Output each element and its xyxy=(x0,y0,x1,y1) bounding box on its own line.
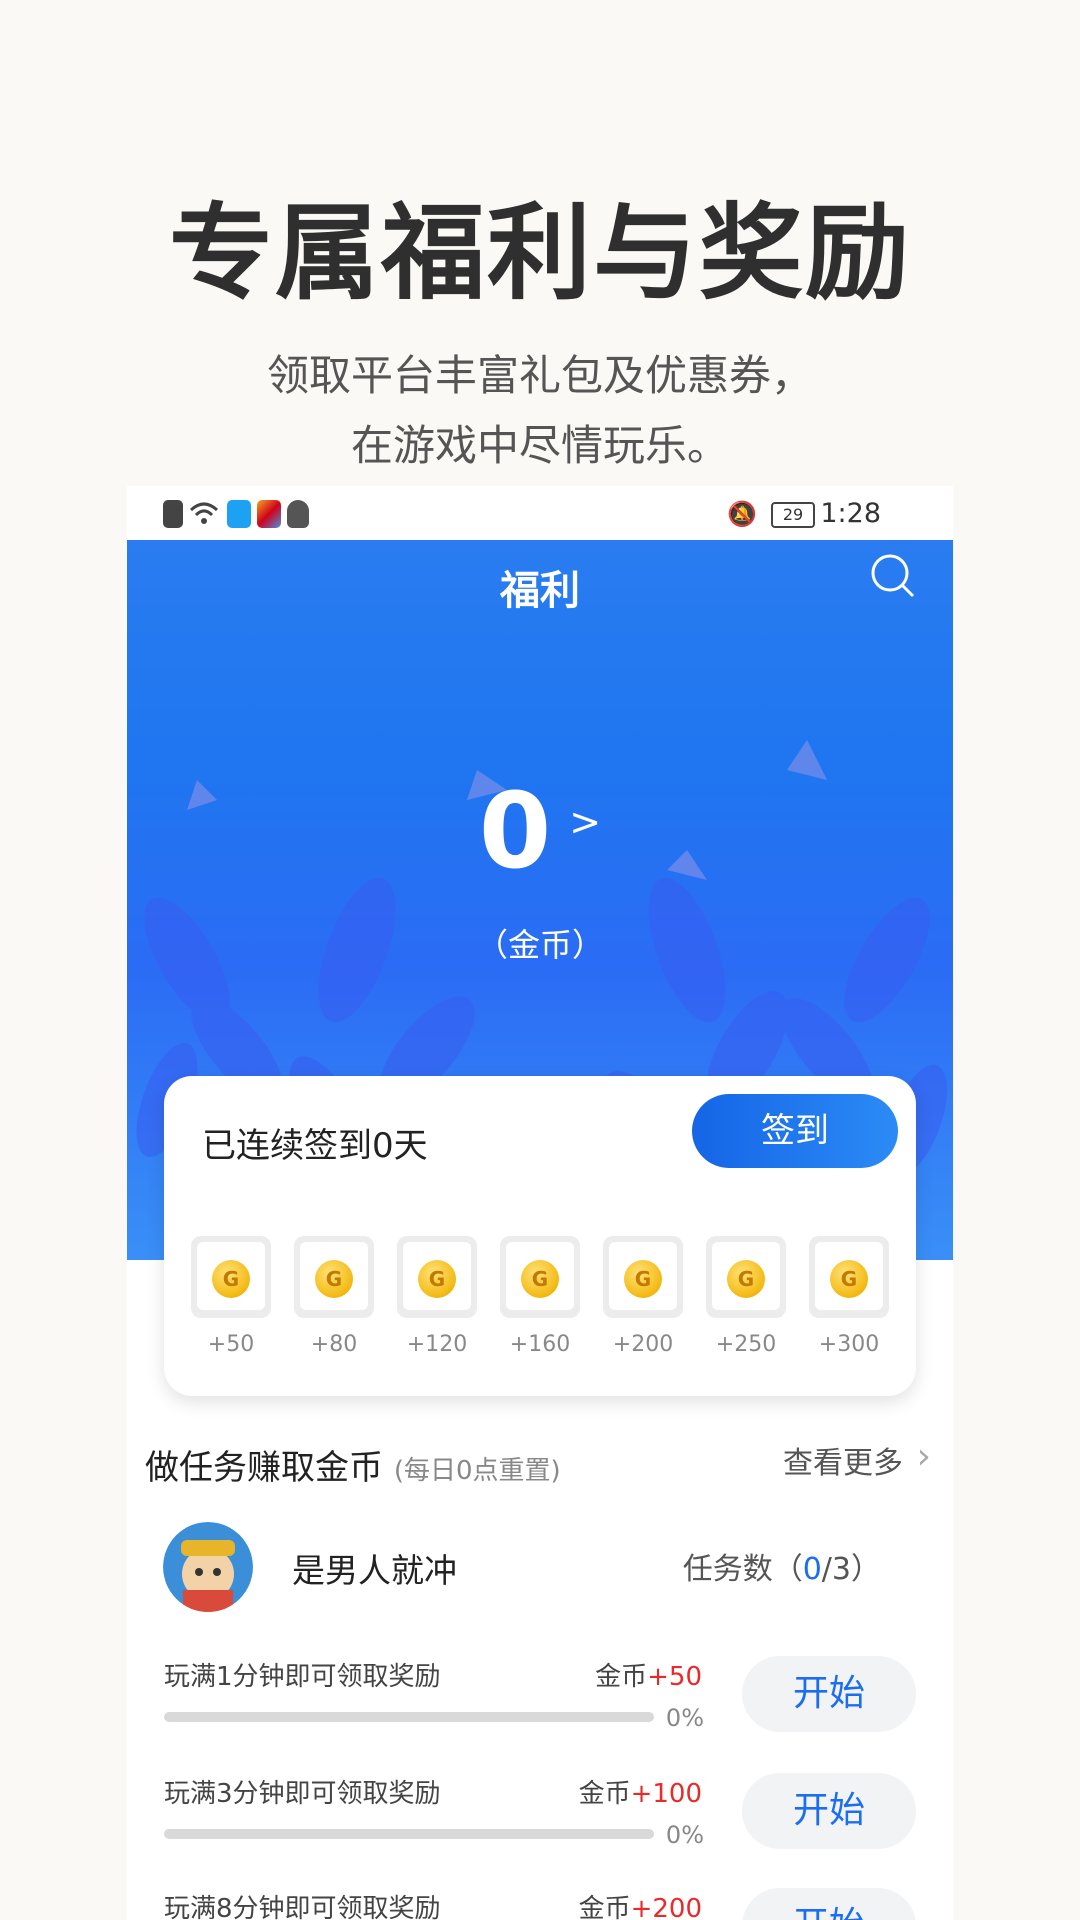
task-start-button[interactable]: 开始 xyxy=(742,1773,916,1849)
checkin-day: G +80 xyxy=(293,1236,375,1357)
task-description: 玩满3分钟即可领取奖励 xyxy=(164,1779,441,1809)
tasks-title: 做任务赚取金币 xyxy=(145,1448,383,1488)
app-icon xyxy=(257,500,281,528)
coin-icon: G xyxy=(212,1260,250,1298)
task-progress-bar xyxy=(164,1712,654,1722)
task-reward-value: +100 xyxy=(630,1779,702,1809)
task-item: 玩满3分钟即可领取奖励 金币+100 0% 开始 xyxy=(164,1773,916,1883)
checkin-days: G +50 G +80 G +120 G +160 G +200 G +250 G +300 xyxy=(190,1236,890,1357)
checkin-button[interactable]: 签到 xyxy=(692,1094,898,1168)
promo-headline: 专属福利与奖励 xyxy=(168,192,911,314)
calendar-coin-icon: G xyxy=(191,1236,271,1318)
task-item: 玩满8分钟即可领取奖励 金币+200 开始 xyxy=(164,1888,916,1920)
task-count: 任务数（0/3） xyxy=(683,1544,881,1588)
coin-value: 0 xyxy=(478,770,552,892)
day-reward: +80 xyxy=(310,1332,358,1357)
task-progress-text: 0% xyxy=(665,1821,704,1849)
phone-screen: 🔕 29 1:28 福利 0 > （金币） 已连续签到0天 签到 G +50 G… xyxy=(127,486,953,1920)
game-avatar[interactable] xyxy=(163,1522,253,1612)
day-reward: +160 xyxy=(509,1332,571,1357)
task-count-done: 0 xyxy=(802,1552,822,1587)
task-reward: 金币+200 xyxy=(579,1888,702,1920)
day-reward: +120 xyxy=(406,1332,468,1357)
calendar-coin-icon: G xyxy=(397,1236,477,1318)
task-count-suffix: /3） xyxy=(821,1552,881,1587)
page-title: 福利 xyxy=(500,568,580,614)
coin-icon: G xyxy=(727,1260,765,1298)
search-app-icon xyxy=(227,500,251,528)
task-reward-prefix: 金币 xyxy=(578,1894,631,1920)
task-description: 玩满1分钟即可领取奖励 xyxy=(164,1662,441,1692)
search-icon[interactable] xyxy=(869,552,917,600)
day-reward: +250 xyxy=(715,1332,777,1357)
task-reward-value: +50 xyxy=(647,1662,702,1692)
task-progress-bar xyxy=(164,1829,654,1839)
calendar-coin-icon: G xyxy=(603,1236,683,1318)
coin-unit-label: （金币） xyxy=(475,926,604,964)
calendar-coin-icon: G xyxy=(706,1236,786,1318)
day-reward: +300 xyxy=(818,1332,880,1357)
calendar-coin-icon: G xyxy=(809,1236,889,1318)
status-time: 1:28 xyxy=(820,498,881,529)
coin-icon: G xyxy=(418,1260,456,1298)
game-name: 是男人就冲 xyxy=(292,1551,457,1590)
day-reward: +200 xyxy=(612,1332,674,1357)
checkin-card: 已连续签到0天 签到 G +50 G +80 G +120 G +160 G +200 G… xyxy=(164,1076,916,1396)
coin-icon: G xyxy=(830,1260,868,1298)
coin-balance[interactable]: 0 > xyxy=(127,770,953,892)
promo-subline-1: 领取平台丰富礼包及优惠券， xyxy=(266,351,813,400)
task-reward: 金币+100 xyxy=(579,1773,702,1810)
checkin-day: G +200 xyxy=(602,1236,684,1357)
battery-icon: 29 xyxy=(771,502,815,528)
coin-icon: G xyxy=(315,1260,353,1298)
task-reward-prefix: 金币 xyxy=(578,1779,631,1809)
checkin-streak-label: 已连续签到0天 xyxy=(202,1126,428,1166)
promo-subline-2: 在游戏中尽情玩乐。 xyxy=(350,421,729,470)
bell-off-icon: 🔕 xyxy=(727,500,757,528)
checkin-day: G +50 xyxy=(190,1236,272,1357)
checkin-day: G +300 xyxy=(808,1236,890,1357)
task-start-button[interactable]: 开始 xyxy=(742,1888,916,1920)
tasks-reset-note: (每日0点重置) xyxy=(393,1456,561,1486)
task-count-prefix: 任务数（ xyxy=(682,1552,803,1587)
chevron-right-icon[interactable]: › xyxy=(917,1436,931,1477)
checkin-day: G +250 xyxy=(705,1236,787,1357)
checkin-day: G +120 xyxy=(396,1236,478,1357)
calendar-coin-icon: G xyxy=(500,1236,580,1318)
task-start-button[interactable]: 开始 xyxy=(742,1656,916,1732)
coin-icon: G xyxy=(624,1260,662,1298)
coin-arrow-icon: > xyxy=(569,800,602,844)
view-more-link[interactable]: 查看更多 xyxy=(783,1438,903,1482)
alert-icon xyxy=(163,500,183,528)
task-progress-text: 0% xyxy=(665,1704,704,1732)
day-reward: +50 xyxy=(207,1332,255,1357)
status-bar: 🔕 29 1:28 xyxy=(127,486,953,540)
checkin-day: G +160 xyxy=(499,1236,581,1357)
wifi-icon xyxy=(189,502,219,524)
task-reward-value: +200 xyxy=(630,1894,702,1920)
calendar-coin-icon: G xyxy=(294,1236,374,1318)
task-reward: 金币+50 xyxy=(595,1656,702,1693)
task-reward-prefix: 金币 xyxy=(595,1662,648,1692)
coin-icon: G xyxy=(521,1260,559,1298)
tasks-section-title: 做任务赚取金币 (每日0点重置) xyxy=(145,1440,561,1489)
task-description: 玩满8分钟即可领取奖励 xyxy=(164,1894,441,1920)
qq-icon xyxy=(287,500,309,528)
task-item: 玩满1分钟即可领取奖励 金币+50 0% 开始 xyxy=(164,1656,916,1766)
